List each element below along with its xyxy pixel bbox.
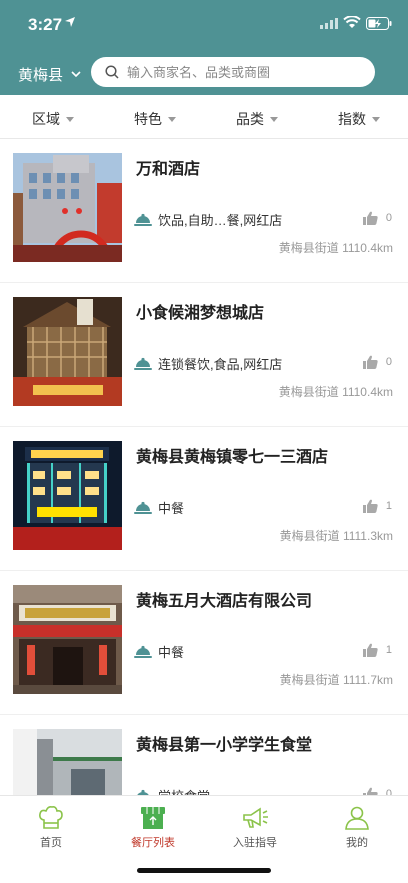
thumbs-up-icon <box>362 787 378 795</box>
tab-label: 首页 <box>40 837 62 849</box>
restaurant-tags-text: 中餐 <box>158 645 185 660</box>
status-time: 3:27 <box>28 15 63 34</box>
restaurant-tags: 连锁餐饮,食品,网红店 <box>134 354 282 373</box>
chevron-down-icon <box>71 71 81 78</box>
city-label: 黄梅县 <box>18 67 64 84</box>
restaurant-address-distance: 黄梅县街道 1111.3km <box>279 529 393 543</box>
thumbs-up-icon <box>362 643 378 657</box>
filter-category[interactable]: 品类 <box>236 109 278 129</box>
like-count: 1 <box>385 500 392 512</box>
thumbs-up-icon <box>362 355 378 369</box>
storefront-icon <box>141 807 165 829</box>
restaurant-card[interactable]: 小食候湘梦想城店 连锁餐饮,食品,网红店 0 黄梅县街道 1110.4km <box>0 283 408 427</box>
filter-label: 区域 <box>32 111 60 127</box>
filter-region[interactable]: 区域 <box>32 109 74 129</box>
restaurant-photo <box>13 585 122 694</box>
like-button[interactable]: 1 <box>362 643 392 657</box>
like-count: 1 <box>385 644 392 656</box>
tab-label: 入驻指导 <box>233 837 277 849</box>
search-icon <box>105 65 119 79</box>
like-button[interactable]: 0 <box>362 355 392 369</box>
filter-label: 特色 <box>134 111 162 127</box>
restaurant-photo <box>13 729 122 795</box>
tab-me[interactable]: 我的 <box>317 804 397 850</box>
filter-label: 品类 <box>236 111 264 127</box>
home-indicator <box>137 868 271 873</box>
restaurant-address-distance: 黄梅县街道 1111.7km <box>279 673 393 687</box>
cloche-icon <box>134 357 152 370</box>
status-bar: 3:27 <box>0 0 408 48</box>
location-arrow-icon <box>65 17 75 27</box>
filter-bar: 区域 特色 品类 指数 <box>0 95 408 139</box>
restaurant-tags: 中餐 <box>134 642 184 661</box>
restaurant-tags-text: 中餐 <box>158 501 185 516</box>
filter-feature[interactable]: 特色 <box>134 109 176 129</box>
restaurant-photo <box>13 153 122 262</box>
restaurant-tags-text: 饮品,自助…餐,网红店 <box>158 213 283 228</box>
restaurant-card[interactable]: 万和酒店 饮品,自助…餐,网红店 0 黄梅县街道 1110.4km <box>0 139 408 283</box>
search-bar[interactable] <box>91 57 375 87</box>
caret-down-icon <box>168 116 176 122</box>
restaurant-tags: 学校食堂 <box>134 786 210 795</box>
cloche-icon <box>134 501 152 514</box>
restaurant-card[interactable]: 黄梅县黄梅镇零七一三酒店 中餐 1 黄梅县街道 1111.3km <box>0 427 408 571</box>
restaurant-card[interactable]: 黄梅五月大酒店有限公司 中餐 1 黄梅县街道 1111.7km <box>0 571 408 715</box>
chef-hat-icon <box>39 806 63 829</box>
restaurant-photo <box>13 297 122 406</box>
cloche-icon <box>134 645 152 658</box>
signal-icon <box>320 18 338 29</box>
top-header: 3:27 黄梅县 <box>0 0 408 95</box>
like-count: 0 <box>385 212 392 224</box>
tab-label: 我的 <box>346 837 368 849</box>
restaurant-tags-text: 连锁餐饮,食品,网红店 <box>158 357 283 372</box>
thumbs-up-icon <box>362 211 378 225</box>
battery-icon <box>366 17 392 30</box>
tab-label: 餐厅列表 <box>131 837 175 849</box>
user-icon <box>345 806 369 830</box>
restaurant-list: 万和酒店 饮品,自助…餐,网红店 0 黄梅县街道 1110.4km 小食候湘梦想… <box>0 139 408 795</box>
filter-label: 指数 <box>338 111 366 127</box>
tab-onboarding-guide[interactable]: 入驻指导 <box>215 804 295 850</box>
tab-restaurant-list[interactable]: 餐厅列表 <box>113 804 193 850</box>
caret-down-icon <box>372 116 380 122</box>
search-input[interactable] <box>127 64 357 80</box>
restaurant-name: 黄梅县黄梅镇零七一三酒店 <box>136 449 329 466</box>
like-count: 0 <box>385 788 392 795</box>
restaurant-address-distance: 黄梅县街道 1110.4km <box>278 385 393 399</box>
restaurant-name: 小食候湘梦想城店 <box>136 305 265 322</box>
like-button[interactable]: 0 <box>362 211 392 225</box>
restaurant-tags-text: 学校食堂 <box>158 786 210 795</box>
restaurant-photo <box>13 441 122 550</box>
like-count: 0 <box>385 356 392 368</box>
cloche-icon <box>134 213 152 226</box>
restaurant-tags: 饮品,自助…餐,网红店 <box>134 210 282 229</box>
restaurant-name: 黄梅五月大酒店有限公司 <box>136 593 313 610</box>
filter-index[interactable]: 指数 <box>338 109 380 129</box>
like-button[interactable]: 1 <box>362 499 392 513</box>
city-selector[interactable]: 黄梅县 <box>18 64 81 85</box>
caret-down-icon <box>270 116 278 122</box>
restaurant-tags: 中餐 <box>134 498 184 517</box>
tab-home[interactable]: 首页 <box>11 804 91 850</box>
restaurant-address-distance: 黄梅县街道 1110.4km <box>278 241 393 255</box>
thumbs-up-icon <box>362 499 378 513</box>
restaurant-name: 黄梅县第一小学学生食堂 <box>136 737 313 754</box>
wifi-icon <box>343 16 361 28</box>
megaphone-icon <box>243 807 268 828</box>
like-button[interactable]: 0 <box>362 787 392 795</box>
restaurant-card[interactable]: 黄梅县第一小学学生食堂 学校食堂 0 <box>0 715 408 795</box>
caret-down-icon <box>66 116 74 122</box>
restaurant-name: 万和酒店 <box>136 161 201 178</box>
